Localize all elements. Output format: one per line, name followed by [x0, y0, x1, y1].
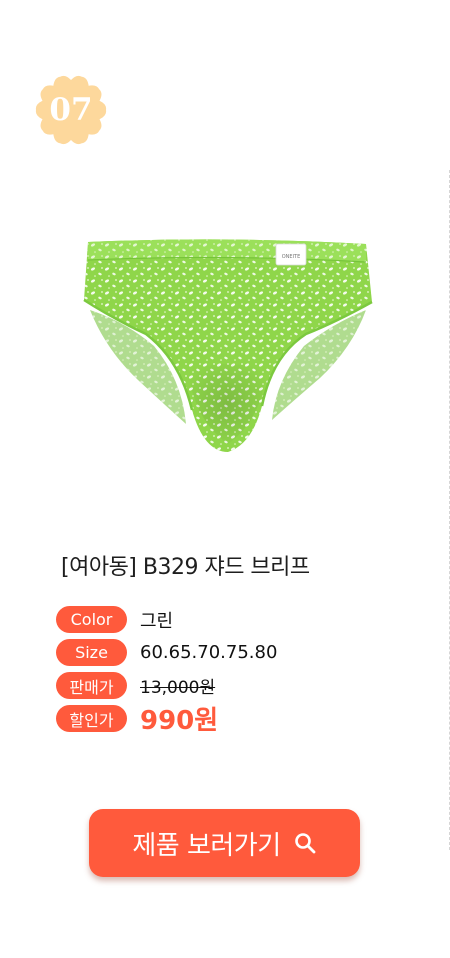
- spec-price: 판매가 13,000원: [56, 672, 215, 699]
- spec-sale-label: 할인가: [56, 705, 127, 732]
- sale-price: 990원: [140, 706, 219, 736]
- product-tag-text: ONEITE: [282, 254, 301, 260]
- product-image[interactable]: ONEITE: [76, 230, 380, 460]
- product-title: [여아동] B329 쟈드 브리프: [61, 555, 310, 580]
- search-icon: [293, 831, 317, 855]
- spec-size: Size 60.65.70.75.80: [56, 639, 277, 666]
- number-badge: 07: [35, 74, 107, 146]
- spec-color-label: Color: [56, 606, 127, 633]
- spec-color: Color 그린: [56, 606, 173, 633]
- spec-sale: 할인가 990원: [56, 705, 218, 736]
- badge-number: 07: [49, 92, 93, 128]
- spec-size-label: Size: [56, 639, 127, 666]
- spec-price-label: 판매가: [56, 672, 127, 699]
- original-price: 13,000원: [140, 678, 216, 698]
- spec-color-value: 그린: [140, 610, 174, 632]
- view-product-button[interactable]: 제품 보러가기: [89, 809, 360, 877]
- spec-size-value: 60.65.70.75.80: [140, 642, 278, 663]
- view-product-button-label: 제품 보러가기: [132, 830, 281, 861]
